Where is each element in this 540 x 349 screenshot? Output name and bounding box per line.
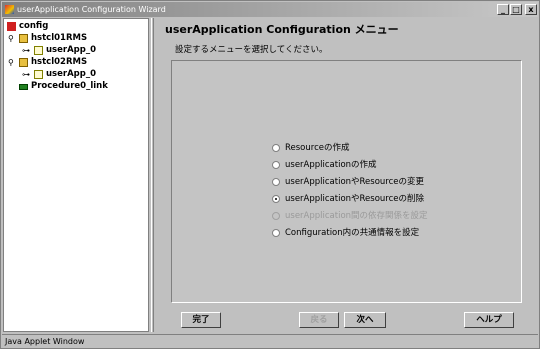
app-icon: [5, 5, 14, 14]
folder-icon: [19, 34, 28, 43]
radio-button-selected[interactable]: [272, 195, 280, 203]
tree-node-label: Procedure0_link: [31, 81, 108, 91]
config-tree[interactable]: config ⚲ hstcl01RMS ⊶ userApp_0 ⚲ hstcl0…: [3, 18, 149, 332]
document-icon: [34, 46, 43, 55]
help-button[interactable]: ヘルプ: [464, 312, 514, 328]
option-label: Configuration内の共通情報を設定: [285, 228, 420, 238]
option-label: userApplication間の依存関係を設定: [285, 211, 428, 221]
config-icon: [7, 22, 16, 31]
tree-handle-icon[interactable]: ⚲: [8, 57, 14, 68]
wizard-window: userApplication Configuration Wizard _ □…: [0, 0, 540, 349]
status-bar: Java Applet Window: [2, 334, 538, 348]
radio-button-disabled: [272, 212, 280, 220]
document-icon: [34, 70, 43, 79]
option-label: userApplicationやResourceの削除: [285, 194, 425, 204]
window-title: userApplication Configuration Wizard: [17, 5, 166, 14]
page-title: userApplication Configuration メニュー: [165, 23, 399, 36]
tree-node-label: hstcl02RMS: [31, 57, 88, 67]
finish-button[interactable]: 完了: [181, 312, 221, 328]
folder-icon: [19, 58, 28, 67]
tree-node-label: userApp_0: [46, 69, 96, 79]
link-icon: [19, 84, 28, 90]
tree-handle-icon[interactable]: ⚲: [8, 33, 14, 44]
menu-options-group: Resourceの作成 userApplicationの作成 userAppli…: [171, 60, 522, 303]
back-button: 戻る: [299, 312, 339, 328]
next-button[interactable]: 次へ: [344, 312, 386, 328]
minimize-button[interactable]: _: [497, 4, 509, 15]
close-button[interactable]: x: [525, 4, 537, 15]
radio-button[interactable]: [272, 144, 280, 152]
tree-node-label: userApp_0: [46, 45, 96, 55]
radio-button[interactable]: [272, 229, 280, 237]
split-divider[interactable]: [151, 18, 154, 332]
tree-handle-icon[interactable]: ⊶: [22, 45, 30, 56]
tree-handle-icon[interactable]: ⊶: [22, 69, 30, 80]
radio-button[interactable]: [272, 178, 280, 186]
instruction-text: 設定するメニューを選択してください。: [175, 45, 328, 55]
title-bar[interactable]: userApplication Configuration Wizard _ □…: [2, 2, 538, 17]
radio-button[interactable]: [272, 161, 280, 169]
maximize-button[interactable]: □: [510, 4, 522, 15]
tree-node-label: config: [19, 21, 49, 31]
option-label: userApplicationの作成: [285, 160, 377, 170]
option-label: Resourceの作成: [285, 143, 350, 153]
tree-node-label: hstcl01RMS: [31, 33, 88, 43]
option-label: userApplicationやResourceの変更: [285, 177, 425, 187]
